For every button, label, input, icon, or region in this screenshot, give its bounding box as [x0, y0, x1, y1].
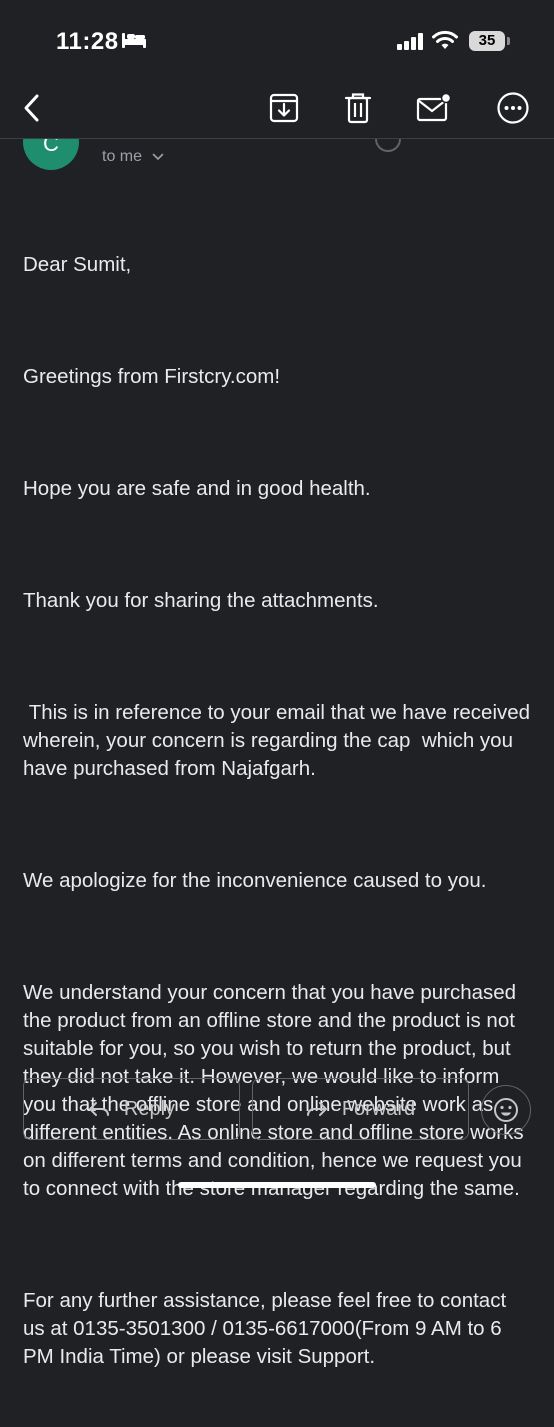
body-paragraph: Hope you are safe and in good health. [23, 477, 371, 500]
emoji-reaction-button[interactable] [481, 1085, 531, 1135]
body-paragraph: For any further assistance, please feel … [23, 1289, 512, 1368]
wifi-icon [432, 30, 458, 55]
body-paragraph: We apologize for the inconvenience cause… [23, 869, 487, 892]
reply-button[interactable]: Reply [23, 1078, 240, 1140]
email-actions: Reply Forward [0, 1078, 554, 1142]
battery-indicator: 35 [469, 31, 505, 51]
sleep-mode-icon [121, 31, 147, 54]
more-options-button[interactable] [493, 88, 533, 128]
home-indicator[interactable] [178, 1182, 376, 1188]
archive-button[interactable] [264, 88, 304, 128]
recipient-label: to me [102, 148, 143, 166]
status-bar: 11:28 35 [0, 0, 554, 80]
forward-label: Forward [341, 1097, 416, 1120]
chevron-left-icon [24, 94, 39, 122]
email-body: Dear Sumit, Greetings from Firstcry.com!… [23, 195, 533, 1427]
body-paragraph: Dear Sumit, [23, 253, 132, 276]
email-toolbar [0, 80, 554, 139]
status-time: 11:28 [56, 28, 119, 55]
more-horizontal-icon [497, 92, 529, 124]
recipient-details-toggle[interactable]: to me [102, 148, 164, 166]
body-paragraph: Greetings from Firstcry.com! [23, 365, 281, 388]
reply-label: Reply [123, 1097, 176, 1120]
body-paragraph: This is in reference to your email that … [23, 701, 536, 780]
mail-unread-icon [416, 93, 452, 122]
forward-button[interactable]: Forward [252, 1078, 469, 1140]
back-button[interactable] [12, 88, 52, 128]
trash-icon [344, 93, 372, 124]
emoji-smile-icon [494, 1098, 518, 1122]
cellular-signal-icon [397, 32, 425, 55]
mark-unread-button[interactable] [414, 88, 454, 128]
battery-tip [507, 37, 510, 45]
forward-icon [306, 1102, 327, 1116]
delete-button[interactable] [338, 88, 378, 128]
body-paragraph: Thank you for sharing the attachments. [23, 589, 379, 612]
reply-icon [88, 1102, 109, 1116]
archive-icon [269, 93, 299, 123]
chevron-down-icon [152, 148, 164, 166]
